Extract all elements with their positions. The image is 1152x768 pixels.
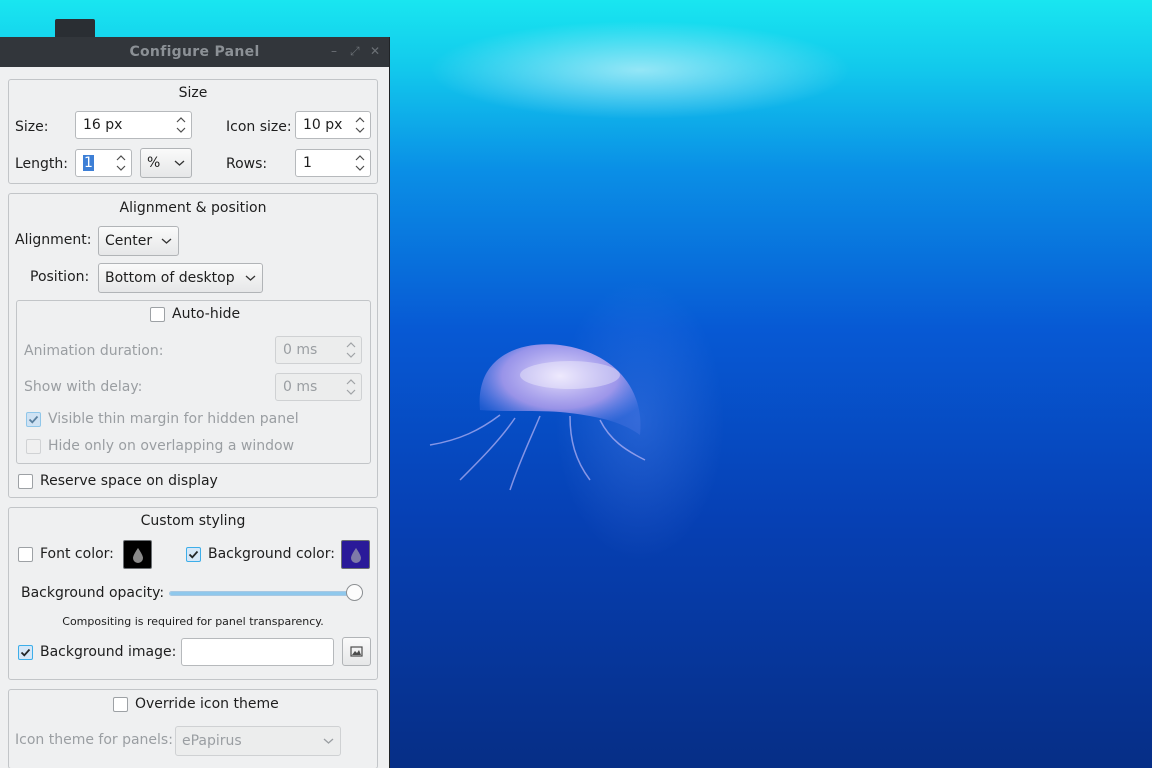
size-group-title: Size bbox=[178, 85, 208, 101]
chevron-down-icon bbox=[245, 275, 256, 281]
animation-duration-value: 0 ms bbox=[283, 342, 318, 358]
length-label: Length: bbox=[15, 156, 69, 172]
image-file-icon bbox=[350, 646, 363, 657]
length-spinbox[interactable]: 1 bbox=[75, 149, 132, 177]
window-titlebar[interactable]: Configure Panel – ⤢ ✕ bbox=[0, 37, 389, 67]
thin-margin-label: Visible thin margin for hidden panel bbox=[48, 411, 299, 427]
opacity-label: Background opacity: bbox=[21, 585, 165, 601]
font-color-label: Font color: bbox=[40, 546, 114, 562]
autohide-group: Auto-hide Animation duration: 0 ms Show … bbox=[16, 300, 371, 464]
alignment-group-title: Alignment & position bbox=[119, 200, 267, 216]
autohide-label: Auto-hide bbox=[172, 306, 241, 322]
overlap-label: Hide only on overlapping a window bbox=[48, 438, 295, 454]
color-drop-icon bbox=[133, 548, 143, 563]
thin-margin-checkbox[interactable] bbox=[26, 412, 41, 427]
alignment-position-group: Alignment & position Alignment: Center P… bbox=[8, 193, 378, 498]
animation-duration-label: Animation duration: bbox=[24, 343, 164, 359]
chevron-down-icon bbox=[323, 738, 334, 744]
color-drop-icon bbox=[351, 548, 361, 563]
rows-label: Rows: bbox=[226, 156, 268, 172]
override-icon-theme-label: Override icon theme bbox=[135, 696, 279, 712]
icon-theme-group: Override icon theme Icon theme for panel… bbox=[8, 689, 378, 768]
size-spinbox[interactable]: 16 px bbox=[75, 111, 192, 139]
size-label: Size: bbox=[15, 119, 49, 135]
alignment-label: Alignment: bbox=[15, 232, 92, 248]
bg-image-path-input[interactable] bbox=[181, 638, 334, 666]
icon-theme-label: Icon theme for panels: bbox=[15, 732, 173, 748]
taskbar-window-tab[interactable] bbox=[55, 19, 95, 39]
opacity-slider-handle[interactable] bbox=[346, 584, 363, 601]
rows-spinbox[interactable]: 1 bbox=[295, 149, 371, 177]
show-delay-spinbox[interactable]: 0 ms bbox=[275, 373, 362, 401]
spin-arrows-icon[interactable] bbox=[175, 113, 187, 137]
window-title: Configure Panel bbox=[129, 44, 260, 60]
close-button[interactable]: ✕ bbox=[370, 45, 380, 57]
animation-duration-spinbox[interactable]: 0 ms bbox=[275, 336, 362, 364]
configure-panel-window: Configure Panel – ⤢ ✕ Size Size: 16 px I… bbox=[0, 37, 390, 768]
overlap-checkbox[interactable] bbox=[26, 439, 41, 454]
minimize-button[interactable]: – bbox=[331, 45, 337, 57]
override-icon-theme-checkbox[interactable] bbox=[113, 697, 128, 712]
position-combo[interactable]: Bottom of desktop bbox=[98, 263, 263, 293]
browse-image-button[interactable] bbox=[342, 637, 371, 666]
position-value: Bottom of desktop bbox=[105, 270, 235, 286]
custom-styling-group: Custom styling Font color: Background co… bbox=[8, 507, 378, 680]
length-value: 1 bbox=[83, 155, 94, 171]
spin-arrows-icon[interactable] bbox=[354, 151, 366, 175]
icon-size-label: Icon size: bbox=[226, 119, 292, 135]
show-delay-label: Show with delay: bbox=[24, 379, 143, 395]
spin-arrows-icon[interactable] bbox=[345, 338, 357, 362]
chevron-down-icon bbox=[161, 238, 172, 244]
alignment-combo[interactable]: Center bbox=[98, 226, 179, 256]
length-unit-value: % bbox=[147, 155, 161, 171]
bg-image-checkbox[interactable] bbox=[18, 645, 33, 660]
spin-arrows-icon[interactable] bbox=[354, 113, 366, 137]
icon-theme-combo[interactable]: ePapirus bbox=[175, 726, 341, 756]
bg-color-checkbox[interactable] bbox=[186, 547, 201, 562]
font-color-checkbox[interactable] bbox=[18, 547, 33, 562]
opacity-slider-fill bbox=[170, 592, 362, 595]
icon-size-spinbox[interactable]: 10 px bbox=[295, 111, 371, 139]
size-group: Size Size: 16 px Icon size: 10 px Length… bbox=[8, 79, 378, 184]
spin-arrows-icon[interactable] bbox=[115, 151, 127, 175]
size-value: 16 px bbox=[83, 117, 123, 133]
autohide-checkbox[interactable] bbox=[150, 307, 165, 322]
font-color-button[interactable] bbox=[123, 540, 152, 569]
compositing-note: Compositing is required for panel transp… bbox=[62, 615, 324, 628]
jellyfish-image bbox=[429, 344, 646, 491]
checkmark-icon bbox=[28, 415, 39, 424]
reserve-space-checkbox[interactable] bbox=[18, 474, 33, 489]
rows-value: 1 bbox=[303, 155, 312, 171]
bg-color-button[interactable] bbox=[341, 540, 370, 569]
maximize-button[interactable]: ⤢ bbox=[350, 45, 360, 57]
opacity-slider-track[interactable] bbox=[169, 591, 363, 596]
chevron-down-icon bbox=[174, 160, 185, 166]
spin-arrows-icon[interactable] bbox=[345, 375, 357, 399]
alignment-value: Center bbox=[105, 233, 153, 249]
reserve-space-label: Reserve space on display bbox=[40, 473, 218, 489]
bg-image-label: Background image: bbox=[40, 644, 177, 660]
styling-group-title: Custom styling bbox=[140, 513, 246, 529]
length-unit-combo[interactable]: % bbox=[140, 148, 192, 178]
icon-theme-value: ePapirus bbox=[182, 733, 242, 749]
checkmark-icon bbox=[20, 648, 31, 657]
bg-color-label: Background color: bbox=[208, 546, 335, 562]
show-delay-value: 0 ms bbox=[283, 379, 318, 395]
icon-size-value: 10 px bbox=[303, 117, 343, 133]
position-label: Position: bbox=[30, 269, 90, 285]
checkmark-icon bbox=[188, 550, 199, 559]
